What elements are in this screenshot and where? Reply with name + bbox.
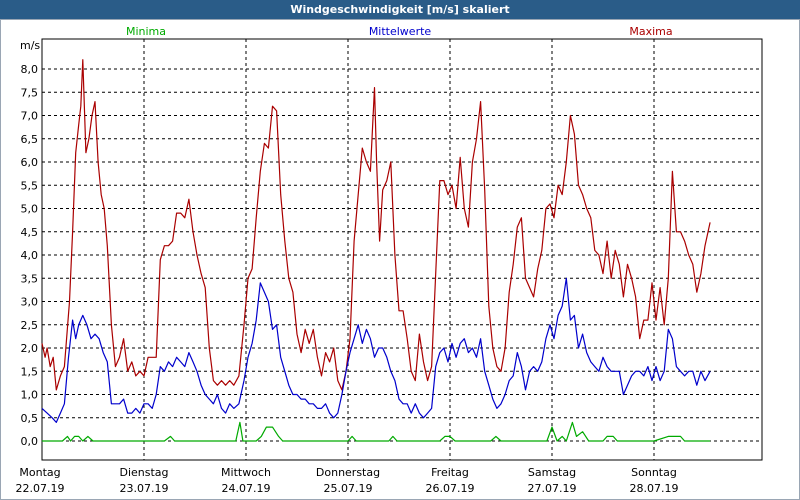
x-tick-day: Dienstag <box>119 466 168 479</box>
y-tick-label: 2,5 <box>21 319 39 332</box>
x-tick-day: Montag <box>19 466 60 479</box>
y-tick-label: 6,5 <box>21 133 39 146</box>
window-title: Windgeschwindigkeit [m/s] skaliert <box>0 0 800 19</box>
x-tick-date: 24.07.19 <box>222 482 271 495</box>
y-tick-label: 5,5 <box>21 179 39 192</box>
y-tick-label: 3,5 <box>21 272 39 285</box>
x-tick-date: 25.07.19 <box>324 482 373 495</box>
x-tick-date: 23.07.19 <box>120 482 169 495</box>
y-tick-label: 4,0 <box>21 249 39 262</box>
y-tick-label: 2,0 <box>21 342 39 355</box>
x-tick-day: Sonntag <box>631 466 677 479</box>
y-tick-label: 1,0 <box>21 389 39 402</box>
legend-min: Minima <box>126 25 166 38</box>
y-tick-label: 1,5 <box>21 365 39 378</box>
x-axis-day-labels: Montag 22.07.19 Dienstag 23.07.19 Mittwoch 24… <box>16 466 679 495</box>
y-tick-label: 4,5 <box>21 226 39 239</box>
x-tick-day: Donnerstag <box>316 466 380 479</box>
y-axis-ticks: 0,0 0,5 1,0 1,5 2,0 2,5 3,0 3,5 4,0 4,5 5,0 5,5 6,0 6… <box>21 63 39 448</box>
legend: Minima Mittelwerte Maxima <box>126 25 673 38</box>
y-tick-label: 5,0 <box>21 203 39 216</box>
x-tick-date: 22.07.19 <box>16 482 65 495</box>
line-chart: 0,0 0,5 1,0 1,5 2,0 2,5 3,0 3,5 4,0 4,5 5,0 5,5 6,0 6… <box>16 25 763 495</box>
y-tick-label: 6,0 <box>21 156 39 169</box>
y-tick-label: 0,5 <box>21 412 39 425</box>
y-tick-label: 7,0 <box>21 110 39 123</box>
x-tick-day: Freitag <box>431 466 469 479</box>
x-tick-date: 27.07.19 <box>528 482 577 495</box>
x-tick-day: Mittwoch <box>221 466 271 479</box>
y-tick-label: 0,0 <box>21 435 39 448</box>
x-tick-day: Samstag <box>528 466 576 479</box>
x-tick-date: 28.07.19 <box>630 482 679 495</box>
legend-max: Maxima <box>629 25 672 38</box>
y-tick-label: 3,0 <box>21 296 39 309</box>
y-axis-unit-label: m/s <box>20 39 40 52</box>
y-tick-label: 7,5 <box>21 86 39 99</box>
y-tick-label: 8,0 <box>21 63 39 76</box>
chart-window: Windgeschwindigkeit [m/s] skaliert 0,0 0,… <box>0 0 800 500</box>
x-tick-date: 26.07.19 <box>426 482 475 495</box>
legend-mean: Mittelwerte <box>369 25 432 38</box>
